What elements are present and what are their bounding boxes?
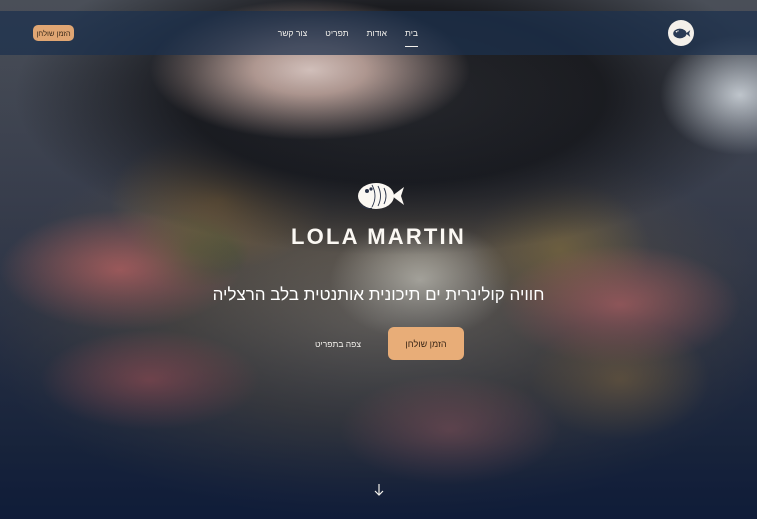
hero-section: LOLA MARTIN חוויה קולינרית ים תיכונית או… <box>0 0 757 519</box>
arrow-down-icon[interactable] <box>373 483 385 497</box>
logo[interactable] <box>668 20 694 46</box>
top-navbar: הזמן שולחן בית אודות תפריט צור קשר <box>0 11 757 55</box>
nav-item-menu[interactable]: תפריט <box>316 11 357 55</box>
reserve-table-button[interactable]: הזמן שולחן <box>388 327 464 360</box>
flounder-fish-icon <box>673 28 691 38</box>
hero-tagline: חוויה קולינרית ים תיכונית אותנטית בלב הר… <box>212 285 545 304</box>
home-page: LOLA MARTIN חוויה קולינרית ים תיכונית או… <box>0 0 757 519</box>
flounder-fish-icon <box>358 183 404 209</box>
arrow-down-icon-shape <box>374 484 384 496</box>
main-nav: בית אודות תפריט צור קשר <box>269 11 427 55</box>
nav-item-contact[interactable]: צור קשר <box>269 11 317 55</box>
brand-name: LOLA MARTIN <box>291 224 466 249</box>
nav-item-about[interactable]: אודות <box>358 11 396 55</box>
nav-item-home[interactable]: בית <box>396 11 427 55</box>
view-menu-button[interactable]: צפה בתפריט <box>300 327 376 360</box>
header-reserve-button[interactable]: הזמן שולחן <box>33 25 74 41</box>
